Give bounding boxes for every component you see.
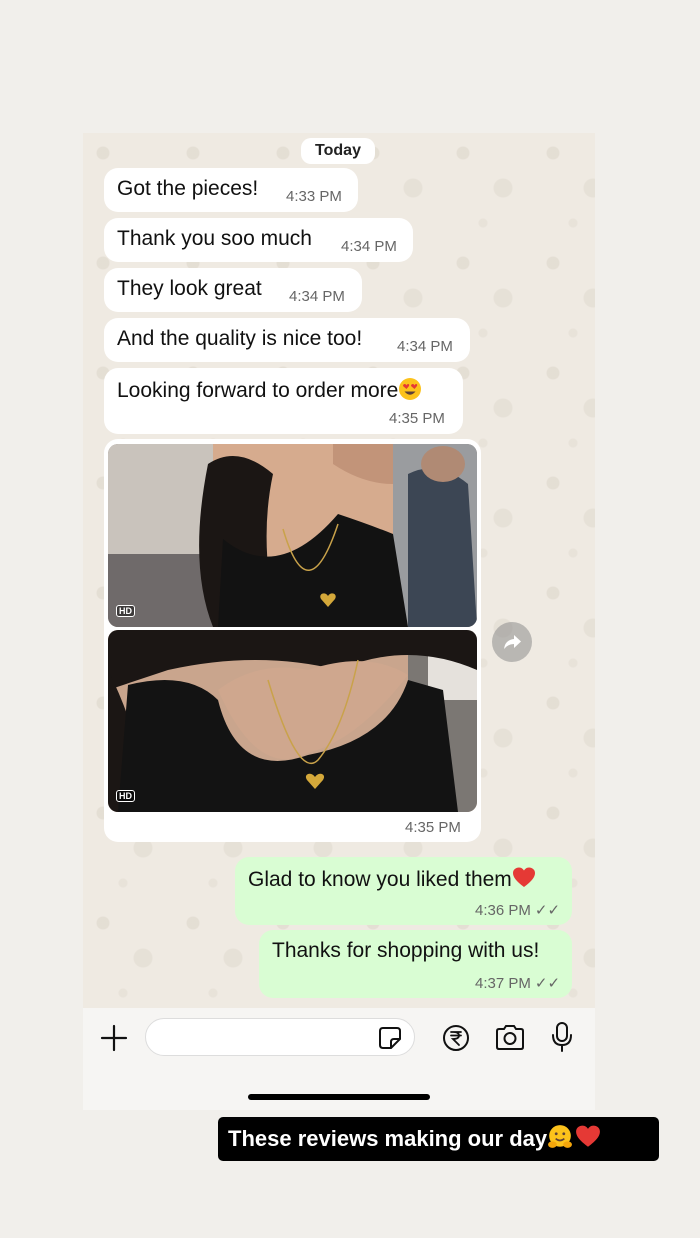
incoming-message[interactable]: They look great 4:34 PM — [104, 268, 362, 312]
plus-icon[interactable] — [99, 1023, 129, 1053]
message-time: 4:37 PM — [475, 975, 531, 992]
message-time: 4:35 PM — [405, 819, 461, 836]
message-meta: 4:36 PM ✓✓ — [475, 901, 560, 919]
image-message[interactable]: HD HD 4:35 PM — [104, 439, 481, 842]
message-text: Glad to know you liked them — [248, 868, 512, 891]
sticker-icon[interactable] — [378, 1026, 402, 1050]
message-input[interactable] — [145, 1018, 415, 1056]
message-text: They look great — [117, 277, 262, 300]
message-time: 4:36 PM — [475, 902, 531, 919]
chat-area[interactable]: Today Got the pieces! 4:33 PM Thank you … — [83, 133, 595, 1008]
outgoing-message[interactable]: Thanks for shopping with us! 4:37 PM ✓✓ — [259, 930, 572, 998]
message-time: 4:34 PM — [341, 238, 397, 255]
read-ticks-icon: ✓✓ — [534, 975, 561, 992]
message-text: And the quality is nice too! — [117, 327, 363, 350]
hd-badge: HD — [116, 605, 135, 617]
hd-badge: HD — [116, 790, 135, 802]
hugging-face-emoji — [548, 1125, 573, 1148]
microphone-icon[interactable] — [549, 1021, 575, 1053]
message-time: 4:33 PM — [286, 188, 342, 205]
necklace-photo[interactable]: HD — [108, 444, 477, 627]
message-text: Thanks for shopping with us! — [272, 939, 540, 962]
caption-text: These reviews making our day — [228, 1126, 548, 1151]
message-text: Thank you soo much — [117, 227, 312, 250]
photo-image — [108, 630, 477, 812]
incoming-message[interactable]: And the quality is nice too! 4:34 PM — [104, 318, 470, 362]
heart-eyes-emoji — [399, 378, 422, 400]
message-text: Looking forward to order more — [117, 379, 399, 402]
message-time: 4:35 PM — [389, 410, 445, 427]
date-separator: Today — [301, 138, 375, 164]
photo-image — [108, 444, 477, 627]
necklace-photo[interactable]: HD — [108, 630, 477, 812]
rupee-payment-icon[interactable] — [442, 1024, 470, 1052]
incoming-message[interactable]: Got the pieces! 4:33 PM — [104, 168, 358, 212]
incoming-message[interactable]: Thank you soo much 4:34 PM — [104, 218, 413, 262]
message-text-wrap: Looking forward to order more — [117, 377, 422, 403]
outgoing-message[interactable]: Glad to know you liked them 4:36 PM ✓✓ — [235, 857, 572, 925]
camera-icon[interactable] — [494, 1023, 526, 1051]
read-ticks-icon: ✓✓ — [534, 902, 561, 919]
story-caption: These reviews making our day — [218, 1117, 659, 1161]
message-text-wrap: Glad to know you liked them — [248, 866, 536, 892]
forward-button[interactable] — [492, 622, 532, 662]
home-indicator[interactable] — [248, 1094, 430, 1100]
message-text: Got the pieces! — [117, 177, 259, 200]
red-heart-emoji — [512, 867, 535, 887]
forward-icon — [504, 635, 521, 649]
message-time: 4:34 PM — [289, 288, 345, 305]
message-meta: 4:37 PM ✓✓ — [475, 974, 560, 992]
incoming-message[interactable]: Looking forward to order more 4:35 PM — [104, 368, 463, 434]
red-heart-emoji — [576, 1125, 601, 1147]
message-time: 4:34 PM — [397, 338, 453, 355]
